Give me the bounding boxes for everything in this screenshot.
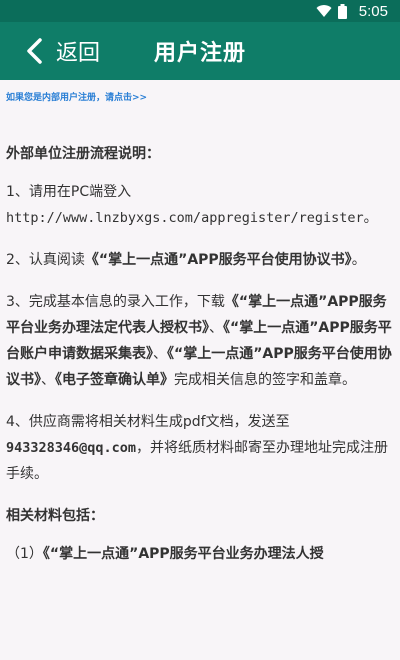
step-2-end: 。 [351,252,366,268]
e-seal-confirmation-doc: 《电子签章确认单》 [55,372,174,388]
status-time: 5:05 [358,2,388,20]
app-bar: 返回 用户注册 [0,22,400,80]
back-label: 返回 [56,41,101,66]
list-item: （1）《“掌上一点通”APP服务平台业务办理法人授 [6,541,394,567]
contact-email: 943328346@qq.com [6,440,137,456]
status-icons: 5:05 [316,3,388,20]
step-3: 3、完成基本信息的录入工作，下载《“掌上一点通”APP服务平台业务办理法定代表人… [6,289,394,393]
step-4: 4、供应商需将相关材料生成pdf文档，发送至 943328346@qq.com，… [6,409,394,487]
step-3-sep-3: 、 [41,372,55,388]
wifi-icon [316,4,332,17]
battery-icon [337,3,347,19]
list-item-doc: 《“掌上一点通”APP服务平台业务办理法人授 [42,546,324,562]
internal-user-register-link[interactable]: 如果您是内部用户注册，请点击>> [6,90,394,103]
chevron-left-icon [27,38,42,64]
step-4-text: 4、供应商需将相关材料生成pdf文档，发送至 [6,414,290,430]
usage-agreement-doc: 《“掌上一点通”APP服务平台使用协议书》 [84,252,352,268]
step-3-sep-1: 、 [209,320,223,336]
section-title: 外部单位注册流程说明： [6,146,160,162]
step-2-text: 2、认真阅读 [6,252,85,268]
step-1-text: 1、请用在PC端登入 [6,184,132,200]
materials-title: 相关材料包括： [6,508,104,524]
step-1: 1、请用在PC端登入 http://www.lnzbyxgs.com/appre… [6,179,394,231]
step-3-sep-2: 、 [153,346,167,362]
back-button[interactable]: 返回 [24,22,100,80]
register-url: http://www.lnzbyxgs.com/appregister/regi… [6,210,364,226]
step-2: 2、认真阅读《“掌上一点通”APP服务平台使用协议书》。 [6,247,394,273]
content: 如果您是内部用户注册，请点击>> 外部单位注册流程说明： 1、请用在PC端登入 … [0,90,400,567]
list-item-prefix: （1） [6,546,43,562]
step-3-text: 3、完成基本信息的录入工作，下载 [6,294,225,310]
step-1-end: 。 [363,210,378,226]
step-3-end: 完成相关信息的签字和盖章。 [174,372,356,388]
status-bar: 5:05 [0,0,400,22]
